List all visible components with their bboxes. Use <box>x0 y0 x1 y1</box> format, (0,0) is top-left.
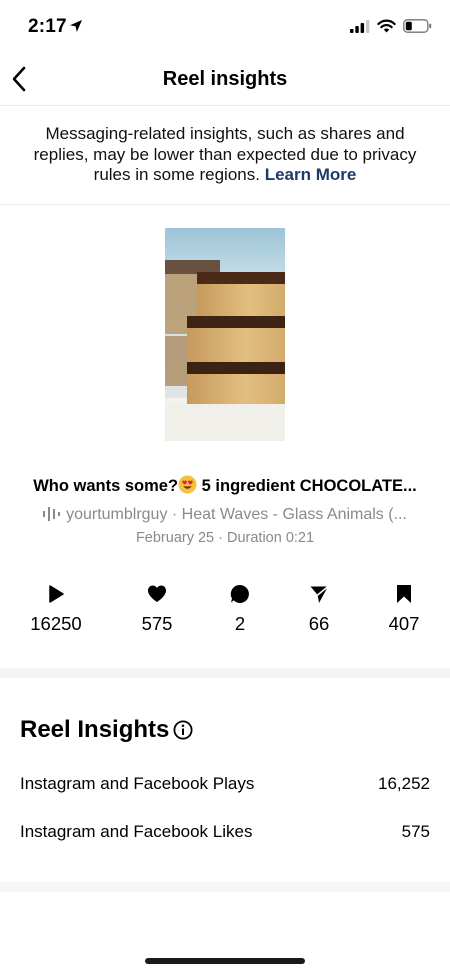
divider <box>0 204 450 205</box>
privacy-notice: Messaging-related insights, such as shar… <box>20 124 430 186</box>
bookmark-icon <box>397 585 411 603</box>
caption-end: 5 ingredient CHOCOLATE... <box>197 477 417 495</box>
section-separator-bottom <box>0 882 450 892</box>
reel-thumbnail[interactable] <box>165 228 285 441</box>
heart-icon <box>148 585 166 602</box>
audio-wave-icon <box>43 507 61 521</box>
audio-text: yourtumblrguy · Heat Waves - Glass Anima… <box>66 506 407 523</box>
play-icon <box>49 585 64 603</box>
stat-plays: 16250 <box>11 584 101 635</box>
insight-label: Instagram and Facebook Likes <box>20 822 253 841</box>
stat-likes: 575 <box>112 584 202 635</box>
nav-header: Reel insights <box>0 56 450 106</box>
comments-count: 2 <box>234 613 246 634</box>
info-icon[interactable] <box>173 720 193 740</box>
reel-meta: February 25 · Duration 0:21 <box>135 530 315 546</box>
caption-start: Who wants some? <box>33 477 179 495</box>
stat-shares: 66 <box>274 584 364 635</box>
insights-section-title: Reel Insights <box>20 716 170 743</box>
send-icon <box>310 585 329 603</box>
status-icons <box>350 19 432 33</box>
engagement-stats: 16250 575 2 66 407 <box>0 584 450 644</box>
comment-icon <box>230 584 249 603</box>
stat-comments: 2 <box>195 584 285 635</box>
page-title: Reel insights <box>162 68 288 90</box>
insight-value: 575 <box>401 822 430 841</box>
section-separator <box>0 668 450 678</box>
saves-count: 407 <box>388 613 420 634</box>
likes-count: 575 <box>141 613 173 634</box>
reel-audio: yourtumblrguy · Heat Waves - Glass Anima… <box>0 506 450 524</box>
status-time: 2:17 <box>28 16 67 37</box>
insight-value: 16,252 <box>378 774 430 793</box>
shares-count: 66 <box>308 613 330 634</box>
plays-count: 16250 <box>30 613 82 634</box>
insight-label: Instagram and Facebook Plays <box>20 774 255 793</box>
notice-text: Messaging-related insights, such as shar… <box>33 124 417 184</box>
learn-more-link[interactable]: Learn More <box>265 165 357 184</box>
reel-caption: Who wants some? 5 ingredient CHOCOLATE..… <box>0 475 450 496</box>
heart-eyes-emoji-icon <box>178 475 197 494</box>
signal-icon <box>350 19 370 33</box>
stat-saves: 407 <box>359 584 449 635</box>
home-indicator[interactable] <box>145 958 305 964</box>
battery-icon <box>403 19 432 33</box>
location-arrow-icon <box>70 20 82 32</box>
status-bar: 2:17 <box>0 0 450 56</box>
wifi-icon <box>377 19 396 33</box>
